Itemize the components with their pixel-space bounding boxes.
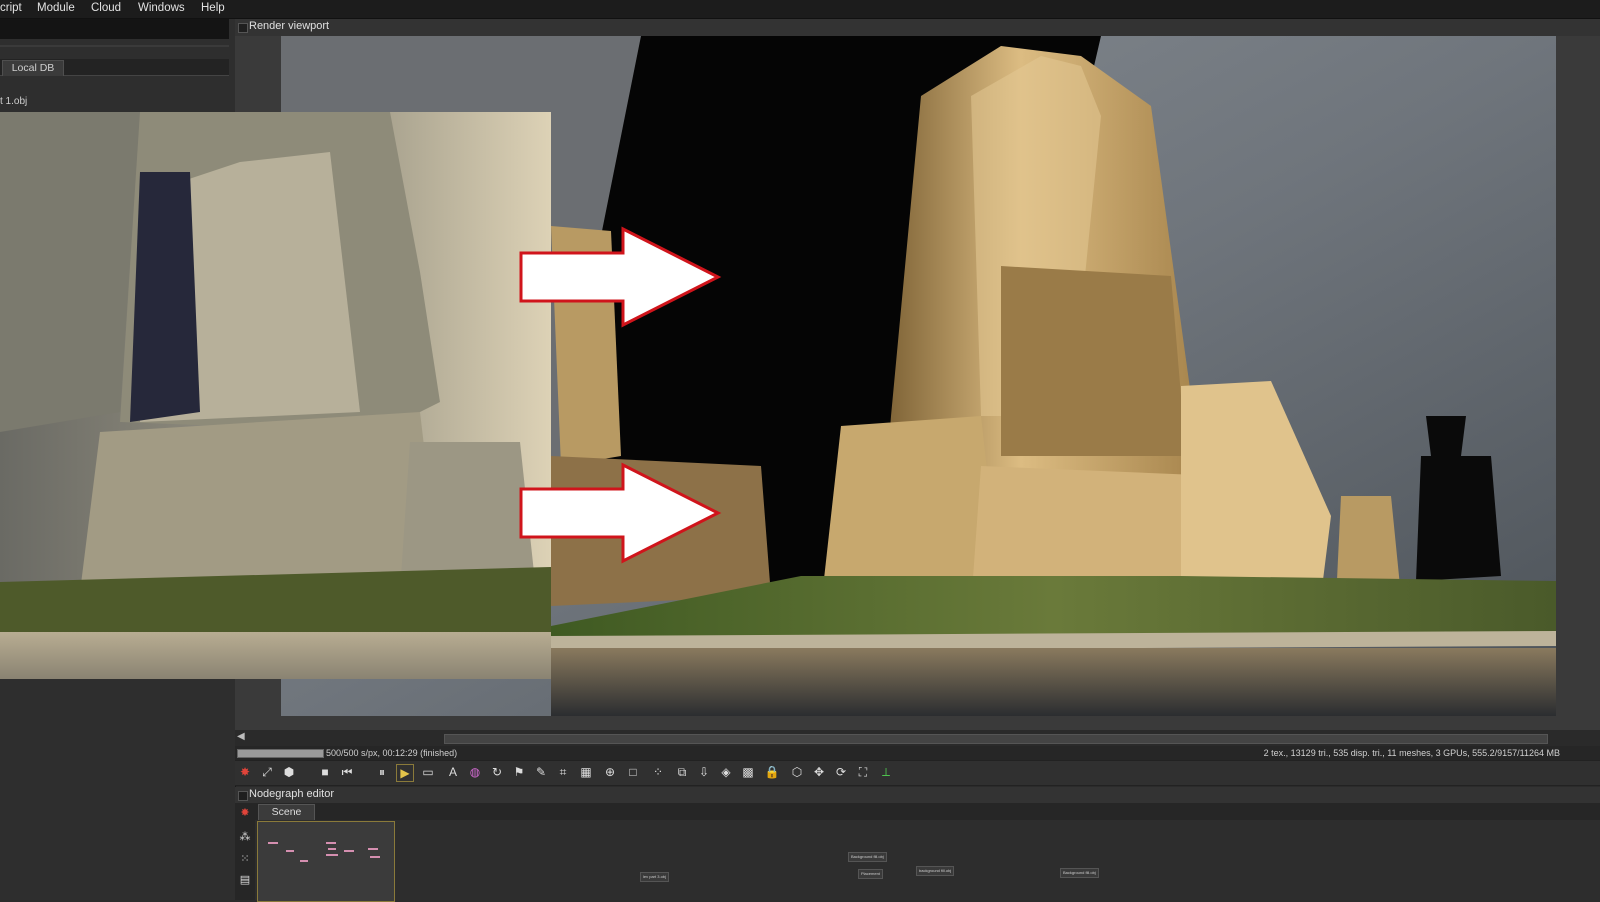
render-progress-text: 500/500 s/px, 00:12:29 (finished) [326, 748, 458, 758]
node-lev-part[interactable]: lev part 3.obj [640, 872, 669, 882]
main-tower-block [1001, 266, 1186, 456]
concept-art-overlay [0, 112, 551, 679]
lock-icon[interactable]: 🔒 [764, 764, 780, 780]
export-icon[interactable]: ⇩ [696, 764, 712, 780]
fit-icon[interactable]: ⛶ [855, 764, 871, 780]
left-panel-toolbar [0, 19, 229, 39]
node-arrange-icon[interactable]: ⁙ [238, 852, 252, 866]
grid-layout-icon[interactable]: ⁂ [238, 830, 252, 844]
menu-windows[interactable]: Windows [138, 2, 185, 14]
render-progress-fill [238, 750, 323, 757]
frame-icon[interactable]: □ [625, 764, 641, 780]
refresh-icon[interactable]: ↻ [489, 764, 505, 780]
menu-bar: cript Module Cloud Windows Help [0, 0, 1600, 19]
render-progress-bar [237, 749, 324, 758]
color-wheel-icon[interactable]: ◍ [467, 764, 483, 780]
node-background-fill[interactable]: Background fill.obj [848, 852, 887, 862]
node-background-fill-3[interactable]: Background fill.obj [1060, 868, 1099, 878]
viewport-panel-checkbox[interactable] [238, 23, 248, 33]
dark-block-bottom [1416, 456, 1501, 581]
octane-logo-icon[interactable]: ✸ [237, 764, 253, 780]
menu-cloud[interactable]: Cloud [91, 2, 121, 14]
layers-icon[interactable]: ▦ [578, 764, 594, 780]
rewind-icon[interactable]: ⏮ [339, 764, 355, 780]
scrollbar-thumb[interactable] [444, 734, 1548, 744]
dark-block-top [1426, 416, 1466, 456]
nodegraph-tabbar [235, 803, 1600, 820]
node-group-icon[interactable]: ▤ [238, 873, 252, 887]
concept-cliff-left [0, 112, 140, 432]
camera-reset-icon[interactable]: ⤢ [259, 764, 275, 780]
stop-icon[interactable]: ■ [317, 764, 333, 780]
color-cube-icon[interactable]: ⬢ [281, 764, 297, 780]
render-viewport-title: Render viewport [249, 20, 330, 32]
rotate-icon[interactable]: ⟳ [833, 764, 849, 780]
scene-stats-text: 2 tex., 13129 tri., 535 disp. tri., 11 m… [1263, 748, 1560, 758]
nodegraph-header [235, 787, 1600, 804]
nodegraph-title: Nodegraph editor [249, 788, 335, 800]
arrow-bottom-icon [519, 462, 722, 564]
film-icon[interactable]: ⁘ [650, 764, 666, 780]
monitor-icon[interactable]: ▭ [420, 764, 436, 780]
nodegraph-canvas[interactable] [235, 820, 1600, 900]
concept-tower-shadow [130, 172, 200, 422]
file-name-label[interactable]: t 1.obj [0, 96, 27, 107]
scroll-left-arrow-icon[interactable]: ◀ [237, 731, 245, 742]
render-toolbar [235, 760, 1600, 786]
copy-icon[interactable]: ⧉ [674, 764, 690, 780]
picker-icon[interactable]: ✎ [533, 764, 549, 780]
nodegraph-panel-checkbox[interactable] [238, 791, 248, 801]
pause-icon[interactable]: ⏸ [374, 764, 390, 780]
nodegraph-minimap[interactable] [257, 821, 395, 902]
flag-icon[interactable]: ⚑ [511, 764, 527, 780]
octane-logo-icon[interactable]: ✸ [238, 806, 252, 820]
menu-help[interactable]: Help [201, 2, 225, 14]
render-viewport-header [235, 19, 1600, 37]
axis-icon[interactable]: ⟂ [878, 764, 894, 780]
menu-module[interactable]: Module [37, 2, 75, 14]
region-icon[interactable]: ⌗ [555, 764, 571, 780]
play-icon[interactable]: ▶ [396, 764, 414, 782]
move-icon[interactable]: ✥ [811, 764, 827, 780]
concept-beach [0, 632, 551, 679]
tab-scene[interactable]: Scene [258, 804, 315, 820]
texture-icon[interactable]: ▩ [740, 764, 756, 780]
afi-icon[interactable]: A [445, 764, 461, 780]
tab-local-db[interactable]: Local DB [2, 60, 64, 76]
menu-script[interactable]: cript [0, 2, 22, 14]
zoom-icon[interactable]: ⊕ [602, 764, 618, 780]
node-background-fill-2[interactable]: background fill.obj [916, 866, 955, 876]
arrow-top-icon [519, 226, 722, 328]
node-placement[interactable]: Placement [858, 869, 883, 879]
object-icon[interactable]: ◈ [718, 764, 734, 780]
concept-base [80, 412, 440, 592]
left-panel-divider [0, 45, 229, 47]
water-reflection [551, 648, 1556, 716]
cube-icon[interactable]: ⬡ [789, 764, 805, 780]
